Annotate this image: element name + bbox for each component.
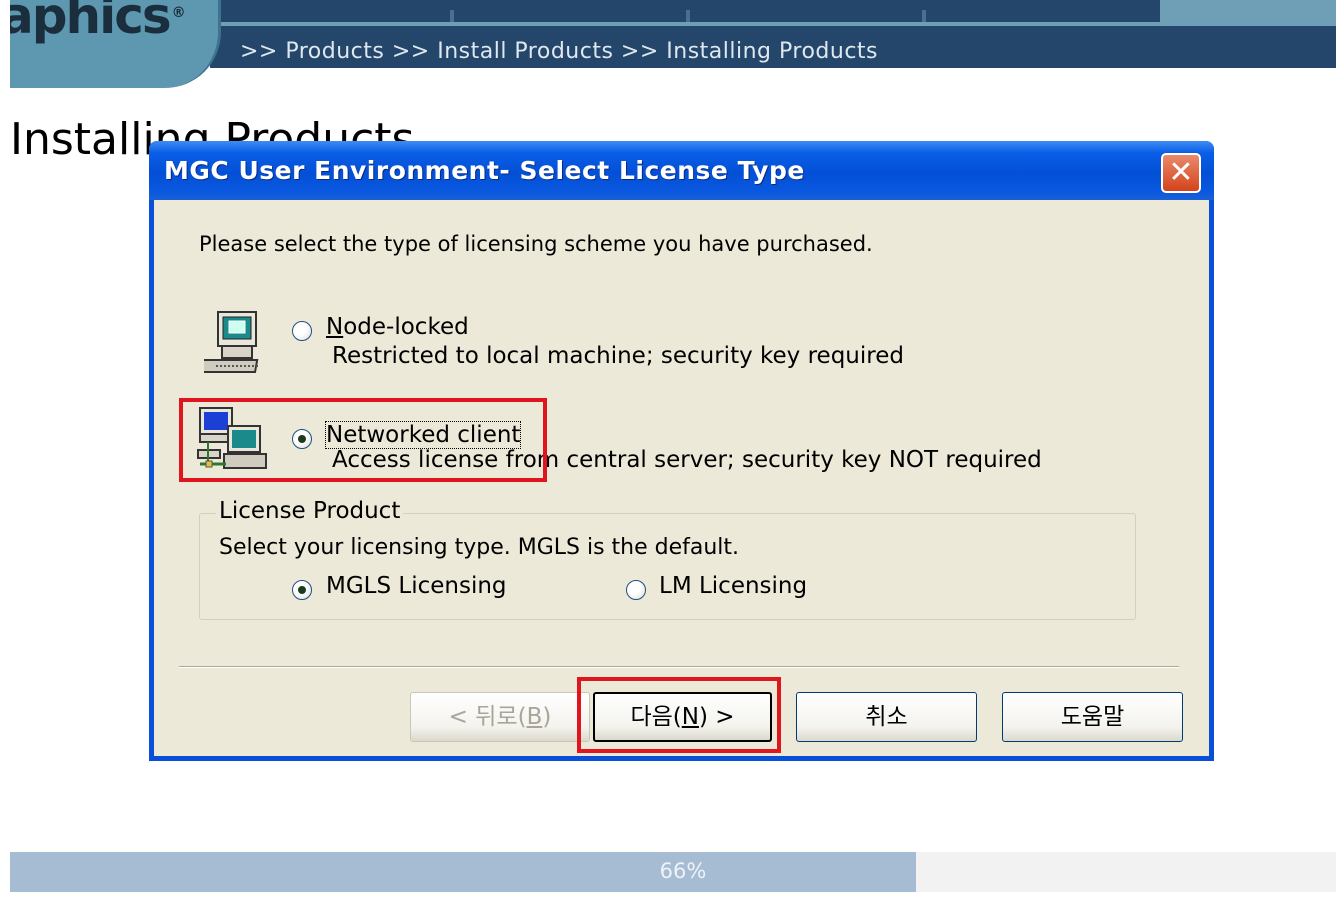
back-button[interactable]: < 뒤로(B): [410, 692, 590, 742]
breadcrumb: >> Products >> Install Products >> Insta…: [240, 39, 879, 64]
dialog-titlebar[interactable]: MGC User Environment- Select License Typ…: [149, 141, 1214, 200]
node-locked-label[interactable]: Node-locked: [326, 314, 469, 340]
radio-selected-dot: [298, 586, 306, 594]
dialog-title: MGC User Environment- Select License Typ…: [164, 156, 805, 185]
help-button[interactable]: 도움말: [1002, 692, 1183, 742]
close-button[interactable]: ✕: [1161, 153, 1201, 193]
header-tab-strip: [210, 0, 1160, 22]
next-button-highlight: [577, 677, 781, 753]
close-icon: ✕: [1168, 155, 1194, 190]
license-prompt: Please select the type of licensing sche…: [199, 232, 873, 256]
license-product-group: License Product Select your licensing ty…: [199, 498, 1136, 620]
button-text: ): [542, 704, 552, 730]
mnemonic-letter: N: [326, 314, 344, 340]
mnemonic-letter: B: [526, 704, 543, 730]
tab-divider: [450, 10, 454, 22]
lm-licensing-radio[interactable]: [626, 580, 646, 600]
standalone-computer-icon: [204, 311, 260, 373]
lm-licensing-label[interactable]: LM Licensing: [659, 573, 807, 599]
tab-divider: [686, 10, 690, 22]
brand-logo: aphics ®: [10, 0, 221, 88]
logo-text: aphics: [10, 0, 172, 45]
option-label-text: ode-locked: [343, 314, 469, 340]
license-product-text: Select your licensing type. MGLS is the …: [219, 535, 740, 560]
progress-label: 66%: [659, 859, 707, 883]
mgls-licensing-radio[interactable]: [292, 580, 312, 600]
registered-mark: ®: [171, 5, 186, 21]
button-separator: [179, 666, 1179, 668]
tab-divider: [922, 10, 926, 22]
cancel-button[interactable]: 취소: [796, 692, 977, 742]
mgls-licensing-label[interactable]: MGLS Licensing: [326, 573, 507, 599]
networked-client-highlight: [179, 398, 547, 482]
group-legend: License Product: [216, 498, 404, 524]
logo-wordmark: aphics ®: [10, 0, 186, 45]
node-locked-radio[interactable]: [292, 321, 312, 341]
header-bar: >> Products >> Install Products >> Insta…: [210, 26, 1336, 68]
node-locked-description: Restricted to local machine; security ke…: [332, 343, 904, 369]
button-text: < 뒤로(: [448, 704, 527, 730]
